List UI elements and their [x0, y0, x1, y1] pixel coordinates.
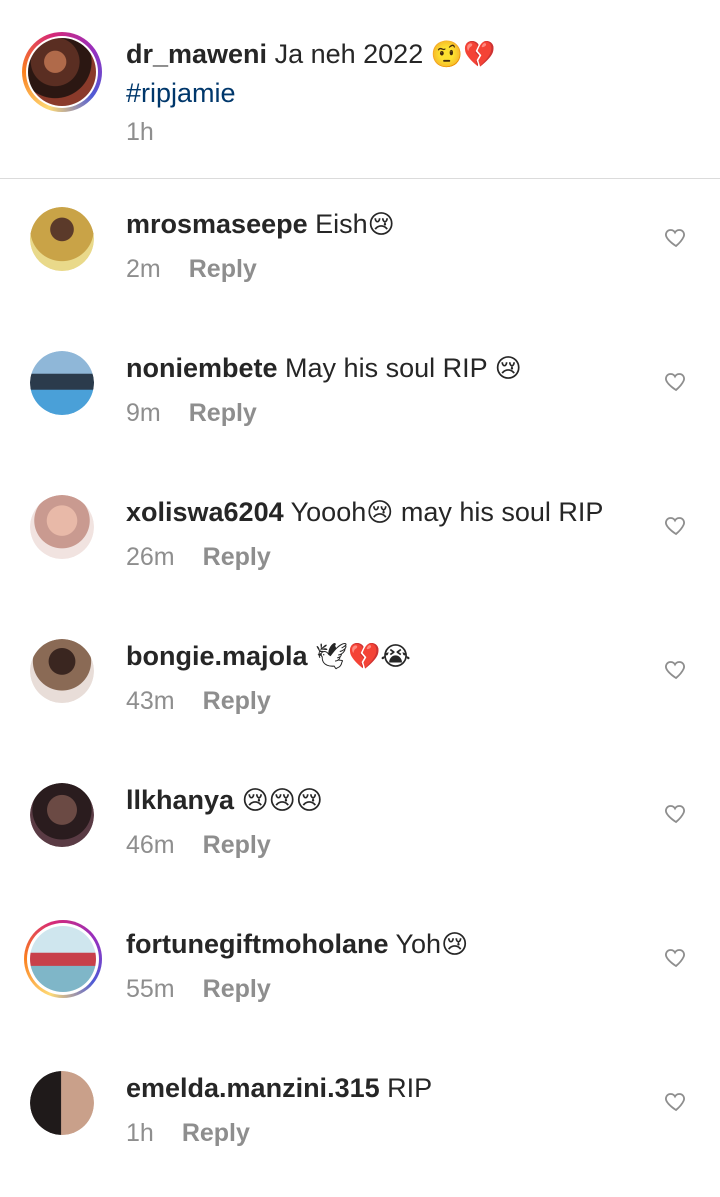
comment-text: llkhanya 😢😢😢 — [126, 783, 323, 818]
comment-username[interactable]: xoliswa6204 — [126, 497, 284, 527]
caption-username[interactable]: dr_maweni — [126, 39, 267, 69]
like-heart-icon[interactable] — [664, 1089, 688, 1113]
reply-button[interactable]: Reply — [182, 1119, 250, 1147]
comment-emoji: 😢 — [494, 354, 522, 384]
comment-time: 46m — [126, 831, 175, 859]
comment-emoji: 🕊💔😭 — [315, 642, 411, 672]
comment-avatar[interactable] — [30, 783, 94, 847]
comment-body: Yoh — [395, 929, 442, 959]
comment-item: fortunegiftmoholane Yoh😢 55m Reply — [0, 920, 720, 1057]
like-heart-icon[interactable] — [664, 945, 688, 969]
comment-username[interactable]: llkhanya — [126, 785, 234, 815]
avatar-photo — [30, 495, 94, 559]
comment-time: 26m — [126, 543, 175, 571]
reply-button[interactable]: Reply — [203, 831, 271, 859]
comment-item: emelda.manzini.315 RIP 1h Reply — [0, 1071, 720, 1197]
comment-time: 43m — [126, 687, 175, 715]
caption-emoji: 🤨💔 — [430, 40, 496, 70]
comment-emoji: 😢 — [441, 930, 469, 960]
avatar-photo — [30, 926, 96, 992]
comment-time: 2m — [126, 255, 161, 283]
like-heart-icon[interactable] — [664, 801, 688, 825]
comment-meta: 1h Reply — [126, 1119, 250, 1148]
comment-meta: 2m Reply — [126, 255, 257, 284]
comment-meta: 26m Reply — [126, 543, 271, 572]
comment-username[interactable]: noniembete — [126, 353, 278, 383]
comment-body: May his soul RIP — [285, 353, 488, 383]
comment-item: xoliswa6204 Yoooh😢 may his soul RIP 26m R… — [0, 495, 720, 625]
like-heart-icon[interactable] — [664, 369, 688, 393]
caption-time: 1h — [126, 118, 154, 146]
comment-time: 1h — [126, 1119, 154, 1147]
comment-body-cont: may his soul RIP — [400, 497, 604, 527]
comment-avatar[interactable] — [30, 207, 94, 271]
comment-text: mrosmaseepe Eish😢 — [126, 207, 395, 242]
caption-avatar[interactable] — [22, 32, 102, 112]
like-heart-icon[interactable] — [664, 657, 688, 681]
caption-text: dr_maweni Ja neh 2022 🤨💔 #ripjamie — [126, 35, 546, 112]
comment-item: llkhanya 😢😢😢 46m Reply — [0, 783, 720, 913]
divider — [0, 178, 720, 179]
comment-username[interactable]: fortunegiftmoholane — [126, 929, 388, 959]
comment-time: 55m — [126, 975, 175, 1003]
like-heart-icon[interactable] — [664, 513, 688, 537]
post-caption: dr_maweni Ja neh 2022 🤨💔 #ripjamie 1h — [0, 0, 720, 179]
comment-body: Eish — [315, 209, 368, 239]
reply-button[interactable]: Reply — [189, 399, 257, 427]
comment-text: bongie.majola 🕊💔😭 — [126, 639, 411, 674]
reply-button[interactable]: Reply — [189, 255, 257, 283]
comment-item: bongie.majola 🕊💔😭 43m Reply — [0, 639, 720, 769]
comment-text: emelda.manzini.315 RIP — [126, 1071, 432, 1105]
comment-username[interactable]: bongie.majola — [126, 641, 308, 671]
caption-body: Ja neh 2022 — [274, 39, 424, 69]
comment-avatar[interactable] — [30, 639, 94, 703]
comment-username[interactable]: emelda.manzini.315 — [126, 1073, 380, 1103]
comment-meta: 46m Reply — [126, 831, 271, 860]
caption-hashtag[interactable]: #ripjamie — [126, 78, 236, 108]
avatar-photo — [30, 1071, 94, 1135]
comment-text: xoliswa6204 Yoooh😢 may his soul RIP — [126, 495, 603, 530]
comment-text: noniembete May his soul RIP 😢 — [126, 351, 522, 386]
comment-avatar[interactable] — [30, 1071, 94, 1135]
comment-username[interactable]: mrosmaseepe — [126, 209, 308, 239]
comment-emoji: 😢😢😢 — [241, 786, 323, 816]
comment-meta: 55m Reply — [126, 975, 271, 1004]
comment-item: mrosmaseepe Eish😢 2m Reply — [0, 207, 720, 337]
comment-avatar-story[interactable] — [24, 920, 102, 998]
avatar-photo — [30, 207, 94, 271]
comment-emoji: 😢 — [367, 210, 395, 240]
comment-emoji: 😢 — [366, 498, 394, 528]
like-heart-icon[interactable] — [664, 225, 688, 249]
comment-body: RIP — [387, 1073, 433, 1103]
avatar-photo — [30, 639, 94, 703]
comment-body: Yoooh — [290, 497, 367, 527]
reply-button[interactable]: Reply — [203, 975, 271, 1003]
reply-button[interactable]: Reply — [203, 687, 271, 715]
caption-avatar-photo — [28, 38, 96, 106]
comment-meta: 9m Reply — [126, 399, 257, 428]
reply-button[interactable]: Reply — [203, 543, 271, 571]
comment-time: 9m — [126, 399, 161, 427]
avatar-photo — [30, 783, 94, 847]
comment-avatar[interactable] — [30, 351, 94, 415]
comment-text: fortunegiftmoholane Yoh😢 — [126, 927, 468, 962]
comment-meta: 43m Reply — [126, 687, 271, 716]
comment-avatar[interactable] — [30, 495, 94, 559]
avatar-photo — [30, 351, 94, 415]
comment-item: noniembete May his soul RIP 😢 9m Reply — [0, 351, 720, 481]
